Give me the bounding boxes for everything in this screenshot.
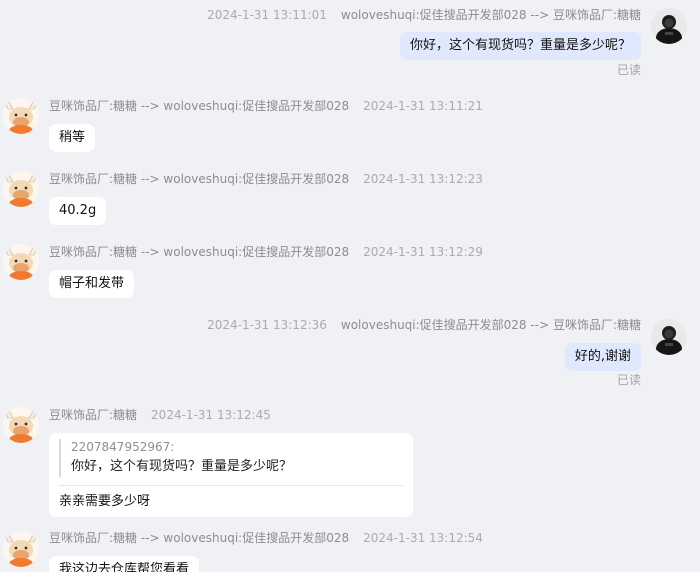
arrow-text: --> (140, 172, 160, 186)
chat-message: 豆咪饰品厂:糖糖 --> woloveshuqi:促佳搜品开发部028 2024-… (0, 238, 700, 302)
quoted-message[interactable]: 2207847952967: 你好，这个有现货吗？重量是多少呢？ (59, 439, 403, 477)
message-header: 2024-1-31 13:11:01 woloveshuqi:促佳搜品开发部028… (207, 6, 641, 24)
chat-message: 2024-1-31 13:11:01 woloveshuqi:促佳搜品开发部028… (0, 0, 700, 80)
message-header: 2024-1-31 13:12:36 woloveshuqi:促佳搜品开发部028… (207, 316, 641, 334)
reply-text: 亲亲需要多少呀 (59, 494, 151, 509)
chat-history-panel[interactable]: 2024-1-31 13:11:01 woloveshuqi:促佳搜品开发部028… (0, 0, 700, 572)
message-bubble: 40.2g (49, 197, 107, 225)
arrow-text: --> (530, 318, 550, 332)
cow-mascot-avatar-icon[interactable] (3, 171, 39, 207)
sender-name: 豆咪饰品厂:糖糖 (49, 408, 138, 422)
recipient-name: woloveshuqi:促佳搜品开发部028 (163, 99, 350, 113)
message-time: 2024-1-31 13:12:23 (363, 172, 483, 186)
sender-name: 豆咪饰品厂:糖糖 (49, 531, 138, 545)
buyer-avatar-icon[interactable] (651, 8, 687, 44)
recipient-name: woloveshuqi:促佳搜品开发部028 (163, 172, 350, 186)
arrow-text: --> (140, 531, 160, 545)
read-status: 已读 (616, 373, 641, 387)
arrow-text: --> (140, 245, 160, 259)
read-status: 已读 (616, 63, 641, 77)
message-time: 2024-1-31 13:12:54 (363, 531, 483, 545)
divider (59, 485, 403, 486)
message-header: 豆咪饰品厂:糖糖 --> woloveshuqi:促佳搜品开发部028 2024-… (49, 243, 483, 261)
chat-message: 豆咪饰品厂:糖糖 --> woloveshuqi:促佳搜品开发部028 2024-… (0, 92, 700, 156)
message-bubble: 你好，这个有现货吗？重量是多少呢？ (399, 32, 641, 60)
recipient-name: woloveshuqi:促佳搜品开发部028 (163, 531, 350, 545)
sender-name: 豆咪饰品厂:糖糖 (49, 99, 138, 113)
buyer-avatar-icon[interactable] (651, 319, 687, 355)
message-bubble: 稍等 (49, 124, 96, 152)
message-bubble: 我这边去仓库帮您看看 (49, 556, 200, 572)
cow-mascot-avatar-icon[interactable] (3, 244, 39, 280)
message-time: 2024-1-31 13:11:21 (363, 99, 483, 113)
message-header: 豆咪饰品厂:糖糖 2024-1-31 13:12:45 (49, 406, 271, 424)
message-header: 豆咪饰品厂:糖糖 --> woloveshuqi:促佳搜品开发部028 2024-… (49, 170, 483, 188)
chat-message: 豆咪饰品厂:糖糖 2024-1-31 13:12:45 2207847952967… (0, 401, 700, 517)
cow-mascot-avatar-icon[interactable] (3, 531, 39, 567)
message-header: 豆咪饰品厂:糖糖 --> woloveshuqi:促佳搜品开发部028 2024-… (49, 529, 483, 547)
recipient-name: woloveshuqi:促佳搜品开发部028 (163, 245, 350, 259)
chat-message: 2024-1-31 13:12:36 woloveshuqi:促佳搜品开发部028… (0, 311, 700, 391)
cow-mascot-avatar-icon[interactable] (3, 98, 39, 134)
message-time: 2024-1-31 13:12:45 (151, 408, 271, 422)
recipient-name: 豆咪饰品厂:糖糖 (552, 8, 641, 22)
recipient-name: 豆咪饰品厂:糖糖 (552, 318, 641, 332)
message-time: 2024-1-31 13:12:36 (207, 318, 327, 332)
message-header: 豆咪饰品厂:糖糖 --> woloveshuqi:促佳搜品开发部028 2024-… (49, 97, 483, 115)
cow-mascot-avatar-icon[interactable] (3, 407, 39, 443)
reply-message-bubble: 2207847952967: 你好，这个有现货吗？重量是多少呢？ 亲亲需要多少呀 (49, 433, 413, 517)
sender-name: woloveshuqi:促佳搜品开发部028 (340, 8, 527, 22)
sender-name: 豆咪饰品厂:糖糖 (49, 172, 138, 186)
sender-name: 豆咪饰品厂:糖糖 (49, 245, 138, 259)
chat-message: 豆咪饰品厂:糖糖 --> woloveshuqi:促佳搜品开发部028 2024-… (0, 525, 700, 572)
chat-message: 豆咪饰品厂:糖糖 --> woloveshuqi:促佳搜品开发部028 2024-… (0, 165, 700, 229)
quoted-author: 2207847952967: (71, 440, 175, 454)
message-time: 2024-1-31 13:11:01 (207, 8, 327, 22)
arrow-text: --> (530, 8, 550, 22)
message-time: 2024-1-31 13:12:29 (363, 245, 483, 259)
arrow-text: --> (140, 99, 160, 113)
quoted-text: 你好，这个有现货吗？重量是多少呢？ (71, 459, 293, 474)
message-bubble: 好的,谢谢 (564, 343, 641, 371)
message-bubble: 帽子和发带 (49, 270, 135, 298)
sender-name: woloveshuqi:促佳搜品开发部028 (340, 318, 527, 332)
